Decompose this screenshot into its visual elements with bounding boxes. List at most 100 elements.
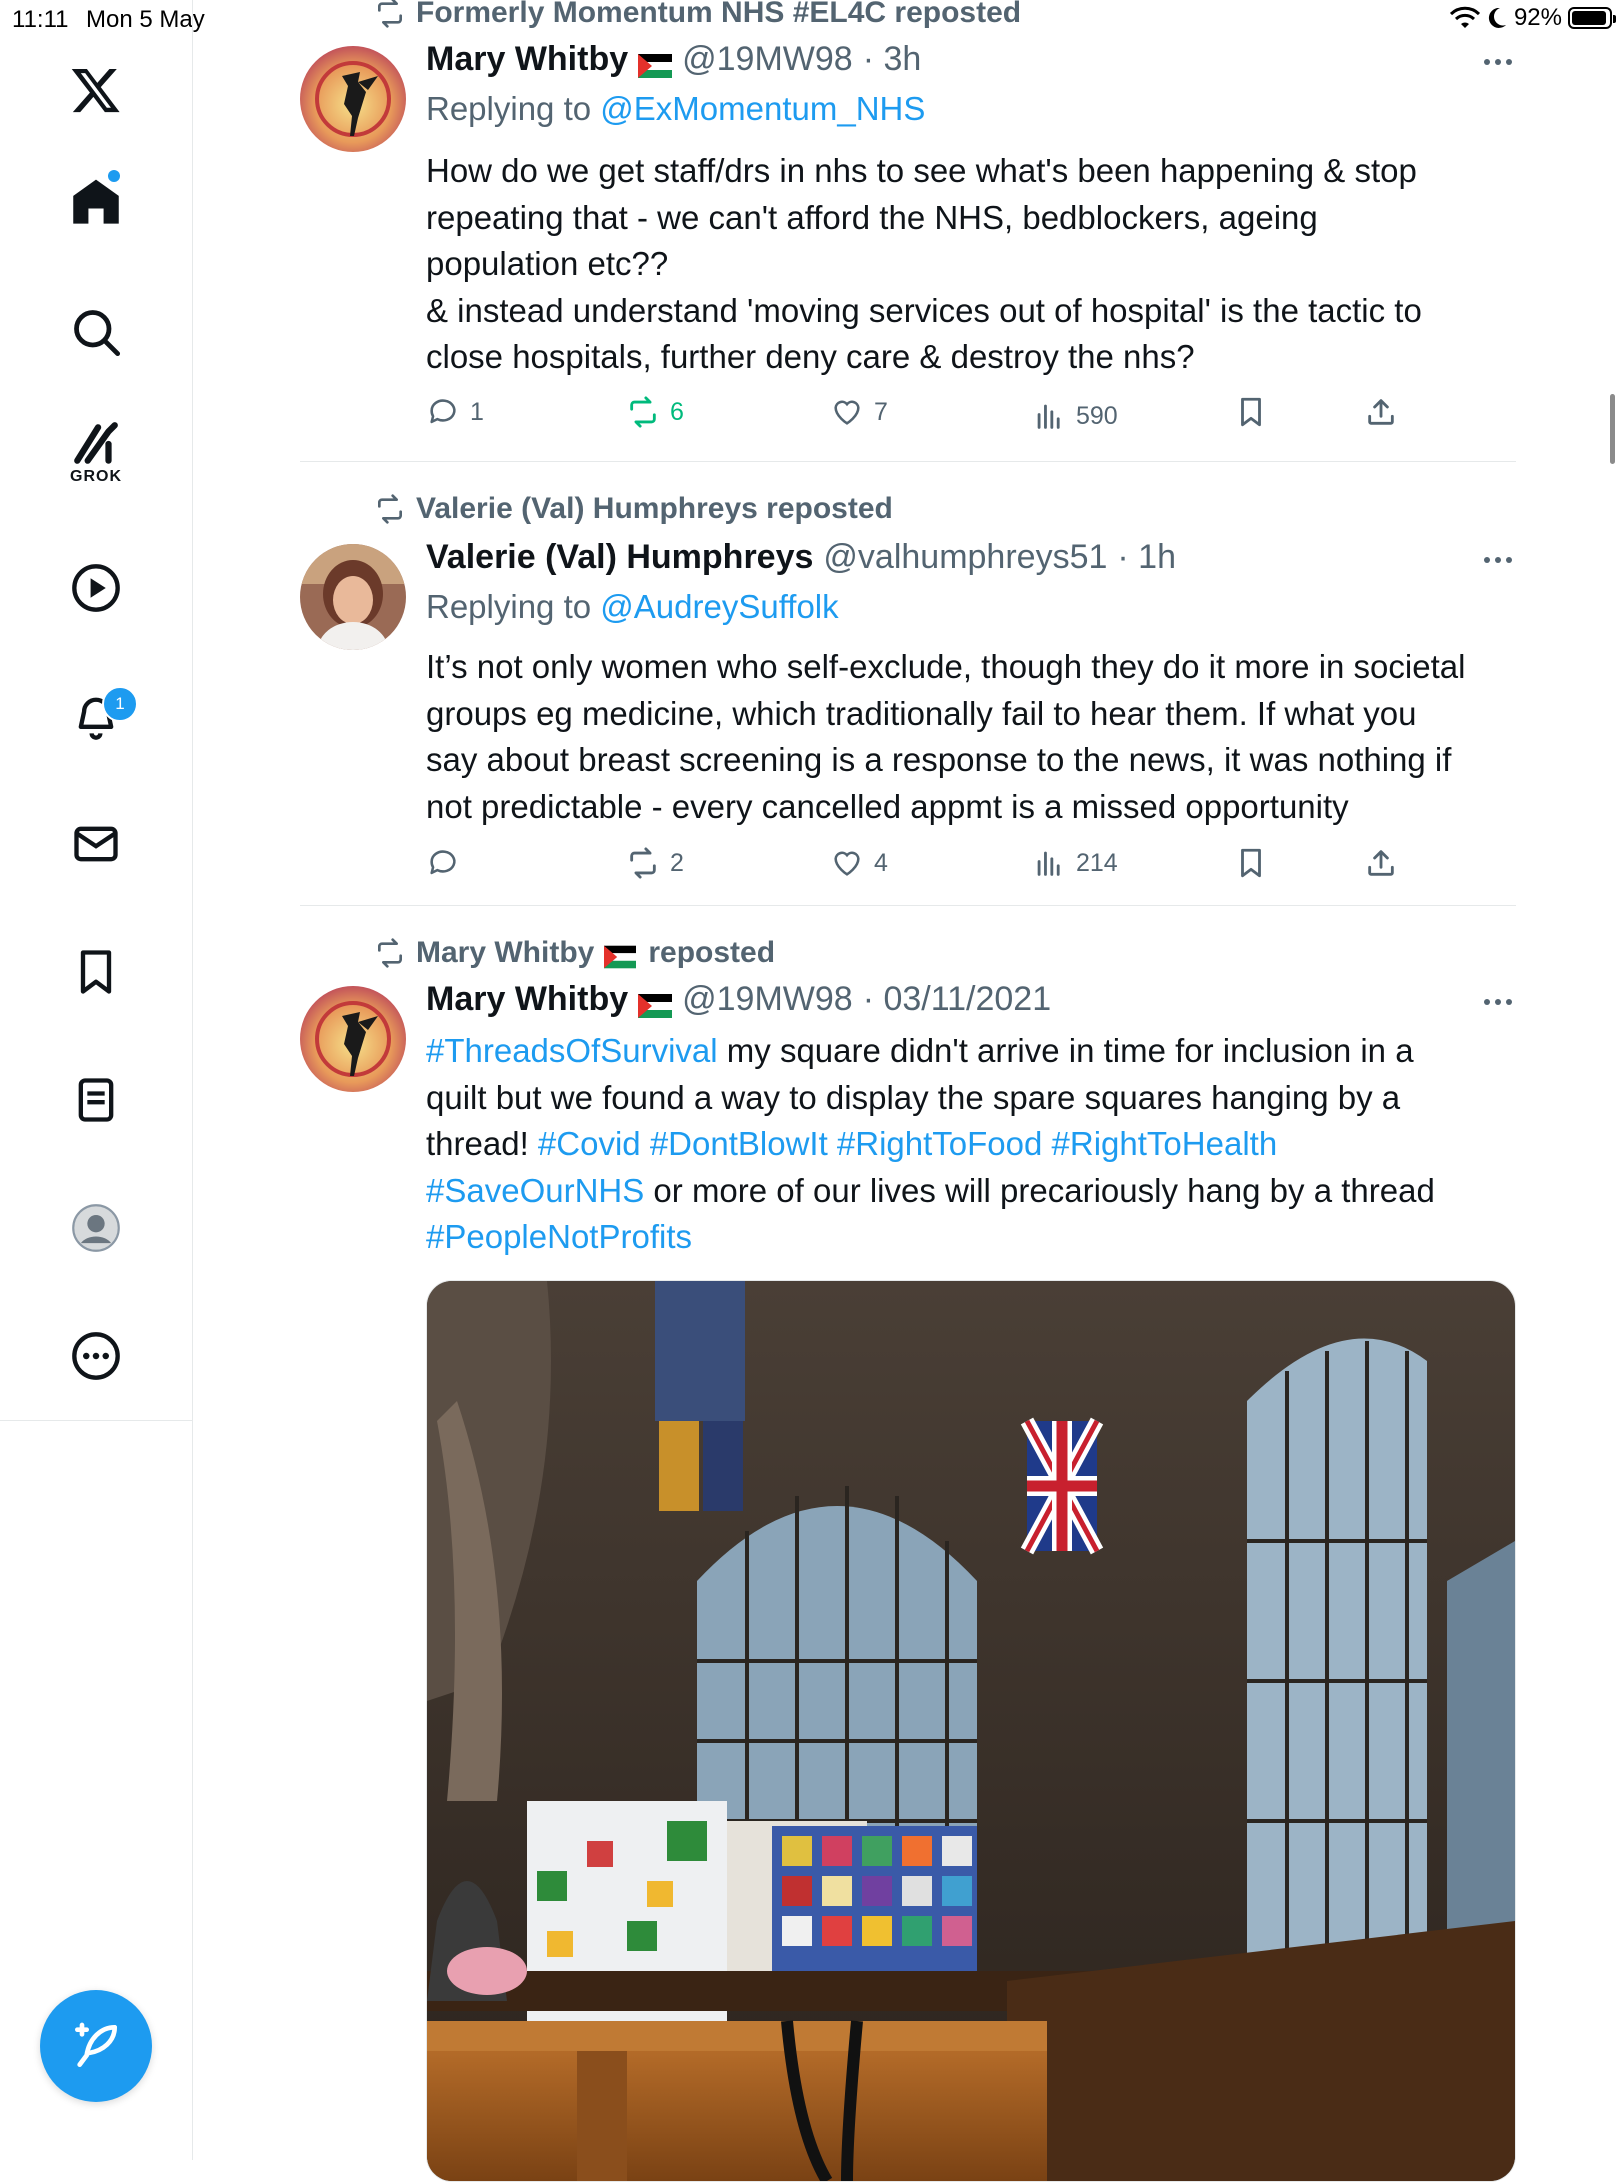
search-icon[interactable] xyxy=(56,292,136,372)
tweet-header: Mary Whitby @19MW98 · 3h xyxy=(426,40,921,79)
author-name[interactable]: Mary Whitby xyxy=(426,980,628,1019)
tweet-time[interactable]: · 1h xyxy=(1117,538,1176,577)
repost-attribution-text: Formerly Momentum NHS #EL4C reposted xyxy=(416,0,1022,29)
repost-attribution[interactable]: Valerie (Val) Humphreys reposted xyxy=(374,492,893,526)
author-handle[interactable]: @19MW98 xyxy=(682,40,853,79)
home-icon[interactable] xyxy=(56,162,136,242)
tweet-text: It’s not only women who self-exclude, th… xyxy=(426,644,1516,830)
tweet-text-fragment: or more of our lives will precariously h… xyxy=(644,1171,1435,1209)
repost-button[interactable]: 2 xyxy=(626,846,684,880)
tweet-text-line: thread! #Covid #DontBlowIt #RightToFood … xyxy=(426,1121,1516,1168)
author-handle[interactable]: @19MW98 xyxy=(682,980,853,1019)
x-logo-icon[interactable] xyxy=(56,50,136,130)
author-name[interactable]: Valerie (Val) Humphreys xyxy=(426,538,813,577)
share-button[interactable] xyxy=(1364,395,1398,429)
reply-button[interactable] xyxy=(426,846,470,880)
tweet-text-line: #SaveOurNHS or more of our lives will pr… xyxy=(426,1168,1516,1215)
tweet-header: Mary Whitby @19MW98 · 03/11/2021 xyxy=(426,980,1051,1019)
author-name[interactable]: Mary Whitby xyxy=(426,40,628,79)
bookmark-icon xyxy=(1241,397,1261,427)
bookmark-button[interactable] xyxy=(1234,395,1268,429)
repost-attribution-name: Mary Whitby xyxy=(416,936,595,969)
grok-icon[interactable]: GROK xyxy=(56,410,136,500)
share-icon xyxy=(1368,850,1394,876)
tweet-divider xyxy=(300,461,1516,462)
like-button[interactable]: 7 xyxy=(830,395,888,429)
repost-icon xyxy=(630,396,656,428)
heart-icon xyxy=(834,400,860,425)
scroll-indicator[interactable] xyxy=(1610,394,1615,464)
hashtag-link[interactable]: #ThreadsOfSurvival xyxy=(426,1032,718,1069)
battery-icon xyxy=(1568,7,1616,29)
avatar-mary-whitby[interactable] xyxy=(300,986,406,1092)
views-chart-icon xyxy=(1037,404,1060,429)
reply-icon xyxy=(430,399,456,424)
reply-button[interactable]: 1 xyxy=(426,395,484,429)
notifications-badge: 1 xyxy=(102,686,138,722)
views-chart-icon xyxy=(1037,851,1060,876)
palestine-flag-icon xyxy=(638,988,673,1018)
repost-count: 6 xyxy=(670,397,684,426)
compose-post-button[interactable] xyxy=(40,1990,152,2102)
avatar-valerie-humphreys[interactable] xyxy=(300,544,406,650)
tweet-divider xyxy=(300,905,1516,906)
tweet-text-line: say about breast screening is a response… xyxy=(426,741,1452,778)
tweet-text-line: It’s not only women who self-exclude, th… xyxy=(426,648,1466,685)
tweet-text: How do we get staff/drs in nhs to see wh… xyxy=(426,148,1516,381)
repost-attribution[interactable]: Formerly Momentum NHS #EL4C reposted xyxy=(374,0,1021,30)
repost-icon xyxy=(378,0,402,28)
repost-button[interactable]: 6 xyxy=(626,395,684,429)
tweet-text-line: #ThreadsOfSurvival my square didn't arri… xyxy=(426,1028,1516,1075)
tweet-more-menu[interactable] xyxy=(1478,992,1518,1012)
tweet-more-menu[interactable] xyxy=(1478,52,1518,72)
heart-icon xyxy=(834,851,860,876)
bookmark-icon xyxy=(1241,848,1261,878)
replying-to: Replying to @ExMomentum_NHS xyxy=(426,90,925,128)
tweet-media-image[interactable] xyxy=(426,1280,1516,2182)
share-button[interactable] xyxy=(1364,846,1398,880)
repost-attribution-suffix: reposted xyxy=(648,936,776,969)
bookmark-button[interactable] xyxy=(1234,846,1268,880)
palestine-flag-icon xyxy=(638,48,673,78)
repost-icon xyxy=(630,847,656,879)
repost-attribution-text: Valerie (Val) Humphreys reposted xyxy=(416,492,893,525)
tweet-text-line: not predictable - every cancelled appmt … xyxy=(426,787,1349,825)
author-handle[interactable]: @valhumphreys51 xyxy=(823,538,1107,577)
compose-feather-icon xyxy=(75,2022,117,2067)
views-button[interactable]: 590 xyxy=(1032,399,1118,433)
like-count: 7 xyxy=(874,397,888,426)
hashtag-links[interactable]: #Covid #DontBlowIt #RightToFood #RightTo… xyxy=(538,1125,1277,1162)
replying-to: Replying to @AudreySuffolk xyxy=(426,588,839,626)
share-icon xyxy=(1368,399,1394,425)
moon-icon xyxy=(1488,7,1506,28)
tweet-text-line: quilt but we found a way to display the … xyxy=(426,1078,1401,1116)
profile-avatar-icon[interactable] xyxy=(56,1188,136,1268)
tweet-text-fragment: thread! xyxy=(426,1125,538,1162)
more-options-icon[interactable] xyxy=(56,1316,136,1396)
replying-to-handle[interactable]: @AudreySuffolk xyxy=(600,588,838,625)
church-quilts-photo xyxy=(427,1281,1515,2181)
lists-icon[interactable] xyxy=(56,1060,136,1140)
video-play-icon[interactable] xyxy=(56,548,136,628)
repost-icon xyxy=(378,494,402,524)
tweet-more-menu[interactable] xyxy=(1478,550,1518,570)
replying-to-handle[interactable]: @ExMomentum_NHS xyxy=(600,90,925,127)
avatar-mary-whitby[interactable] xyxy=(300,46,406,152)
replying-to-prefix: Replying to xyxy=(426,588,592,625)
replying-to-prefix: Replying to xyxy=(426,90,592,127)
notifications-bell-icon[interactable]: 1 xyxy=(56,676,138,756)
repost-attribution[interactable]: Mary Whitby reposted xyxy=(374,936,775,970)
tweet-text-line: & instead understand 'moving services ou… xyxy=(426,291,1422,329)
tweet-text-line: close hospitals, further deny care & des… xyxy=(426,338,1195,375)
tweet-time[interactable]: · 03/11/2021 xyxy=(863,980,1051,1019)
bookmarks-icon[interactable] xyxy=(56,932,136,1012)
like-button[interactable]: 4 xyxy=(830,846,888,880)
tweet-time[interactable]: · 3h xyxy=(863,40,922,79)
view-count: 590 xyxy=(1076,401,1118,430)
tweet-text-line: How do we get staff/drs in nhs to see wh… xyxy=(426,152,1417,189)
messages-envelope-icon[interactable] xyxy=(56,804,136,884)
tweet-text-line: population etc?? xyxy=(426,245,669,282)
views-button[interactable]: 214 xyxy=(1032,846,1118,880)
hashtag-link[interactable]: #PeopleNotProfits xyxy=(426,1218,692,1255)
hashtag-link[interactable]: #SaveOurNHS xyxy=(426,1172,644,1209)
